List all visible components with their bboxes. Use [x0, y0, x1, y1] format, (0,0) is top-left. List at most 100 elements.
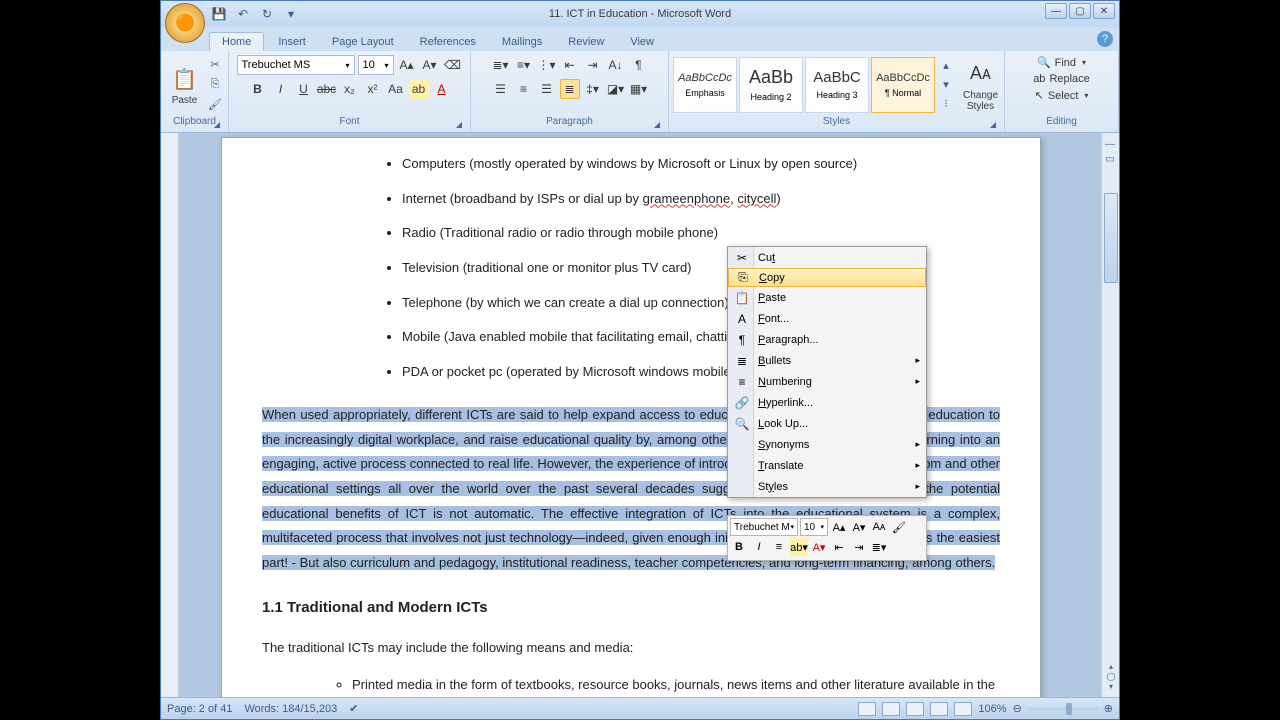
- style-heading3[interactable]: AaBbCHeading 3: [805, 57, 869, 113]
- list-item[interactable]: Printed media in the form of textbooks, …: [352, 673, 1000, 697]
- context-synonyms[interactable]: Synonyms▸: [728, 434, 926, 455]
- context-hyperlink[interactable]: 🔗Hyperlink...: [728, 392, 926, 413]
- style-emphasis[interactable]: AaBbCcDcEmphasis: [673, 57, 737, 113]
- strike-button[interactable]: abc: [317, 79, 337, 99]
- view-draft-icon[interactable]: [954, 702, 972, 716]
- font-color-button[interactable]: A: [432, 79, 452, 99]
- proofing-icon[interactable]: ✔: [349, 702, 358, 715]
- gallery-up-icon[interactable]: ▴: [937, 57, 955, 75]
- list-item[interactable]: Internet (broadband by ISPs or dial up b…: [402, 187, 1000, 212]
- align-left-button[interactable]: ☰: [491, 79, 511, 99]
- context-look-up[interactable]: 🔍Look Up...: [728, 413, 926, 434]
- undo-icon[interactable]: ↶: [235, 6, 251, 22]
- list-item[interactable]: Radio (Traditional radio or radio throug…: [402, 221, 1000, 246]
- mini-styles-icon[interactable]: Aᴀ: [870, 518, 888, 536]
- clipboard-dialog-icon[interactable]: ◢: [212, 120, 222, 130]
- zoom-out-button[interactable]: ⊖: [1013, 702, 1022, 715]
- paragraph-dialog-icon[interactable]: ◢: [652, 120, 662, 130]
- context-numbering[interactable]: ≡Numbering▸: [728, 371, 926, 392]
- multilevel-button[interactable]: ⋮▾: [537, 55, 557, 75]
- mini-highlight-button[interactable]: ab▾: [790, 538, 808, 556]
- change-case-button[interactable]: Aa: [386, 79, 406, 99]
- split-icon[interactable]: —: [1105, 139, 1115, 150]
- close-button[interactable]: ✕: [1093, 3, 1115, 19]
- help-icon[interactable]: ?: [1097, 31, 1113, 47]
- office-button[interactable]: 🟠: [165, 3, 205, 43]
- mini-bullets-button[interactable]: ≣▾: [870, 538, 888, 556]
- view-outline-icon[interactable]: [930, 702, 948, 716]
- context-translate[interactable]: Translate▸: [728, 455, 926, 476]
- context-font[interactable]: AFont...: [728, 308, 926, 329]
- tab-page-layout[interactable]: Page Layout: [320, 33, 406, 51]
- find-button[interactable]: 🔍Find▾: [1033, 55, 1090, 70]
- italic-button[interactable]: I: [271, 79, 291, 99]
- style-gallery[interactable]: AaBbCcDcEmphasis AaBbHeading 2 AaBbCHead…: [673, 57, 955, 113]
- intro-text[interactable]: The traditional ICTs may include the fol…: [262, 636, 1000, 661]
- browse-object-icon[interactable]: ▴◯▾: [1104, 661, 1118, 691]
- context-cut[interactable]: ✂Cut: [728, 247, 926, 268]
- vertical-scrollbar[interactable]: — ▭ ▴◯▾: [1101, 133, 1119, 697]
- font-size-combo[interactable]: 10▾: [358, 55, 394, 75]
- font-name-combo[interactable]: Trebuchet MS▾: [237, 55, 355, 75]
- mini-bold-button[interactable]: B: [730, 538, 748, 556]
- mini-size-combo[interactable]: 10▾: [800, 518, 828, 536]
- mini-grow-icon[interactable]: A▴: [830, 518, 848, 536]
- mini-center-button[interactable]: ≡: [770, 538, 788, 556]
- tab-home[interactable]: Home: [209, 32, 264, 51]
- align-right-button[interactable]: ☰: [537, 79, 557, 99]
- shading-button[interactable]: ◪▾: [606, 79, 626, 99]
- ruler-toggle-icon[interactable]: ▭: [1105, 154, 1114, 165]
- zoom-slider[interactable]: [1028, 707, 1098, 711]
- vertical-ruler[interactable]: [161, 133, 179, 697]
- align-center-button[interactable]: ≡: [514, 79, 534, 99]
- decrease-indent-button[interactable]: ⇤: [560, 55, 580, 75]
- numbering-button[interactable]: ≡▾: [514, 55, 534, 75]
- tab-references[interactable]: References: [408, 33, 488, 51]
- underline-button[interactable]: U: [294, 79, 314, 99]
- qat-more-icon[interactable]: ▾: [283, 6, 299, 22]
- status-page[interactable]: Page: 2 of 41: [167, 703, 232, 715]
- bullets-button[interactable]: ≣▾: [491, 55, 511, 75]
- context-copy[interactable]: ⎘Copy: [728, 268, 926, 287]
- superscript-button[interactable]: x²: [363, 79, 383, 99]
- context-paragraph[interactable]: ¶Paragraph...: [728, 329, 926, 350]
- scroll-thumb[interactable]: [1104, 193, 1118, 283]
- sort-button[interactable]: A↓: [606, 55, 626, 75]
- view-print-icon[interactable]: [858, 702, 876, 716]
- subscript-button[interactable]: x₂: [340, 79, 360, 99]
- zoom-in-button[interactable]: ⊕: [1104, 702, 1113, 715]
- change-styles-button[interactable]: Aᴀ Change Styles: [961, 58, 1000, 112]
- list-item[interactable]: Computers (mostly operated by windows by…: [402, 152, 1000, 177]
- context-paste[interactable]: 📋Paste: [728, 287, 926, 308]
- grow-font-icon[interactable]: A▴: [397, 55, 417, 75]
- mini-dec-indent-button[interactable]: ⇤: [830, 538, 848, 556]
- redo-icon[interactable]: ↻: [259, 6, 275, 22]
- mini-color-button[interactable]: A▾: [810, 538, 828, 556]
- tab-mailings[interactable]: Mailings: [490, 33, 554, 51]
- font-dialog-icon[interactable]: ◢: [454, 120, 464, 130]
- zoom-level[interactable]: 106%: [978, 703, 1006, 715]
- mini-italic-button[interactable]: I: [750, 538, 768, 556]
- styles-dialog-icon[interactable]: ◢: [988, 120, 998, 130]
- tab-view[interactable]: View: [618, 33, 666, 51]
- line-spacing-button[interactable]: ‡▾: [583, 79, 603, 99]
- heading-1-1[interactable]: 1.1 Traditional and Modern ICTs: [262, 594, 1000, 623]
- replace-button[interactable]: abReplace: [1029, 72, 1094, 86]
- maximize-button[interactable]: ▢: [1069, 3, 1091, 19]
- view-fullscreen-icon[interactable]: [882, 702, 900, 716]
- clear-format-icon[interactable]: ⌫: [443, 55, 463, 75]
- gallery-more-icon[interactable]: ⁝: [937, 95, 955, 113]
- style-heading2[interactable]: AaBbHeading 2: [739, 57, 803, 113]
- mini-font-combo[interactable]: Trebuchet M▾: [730, 518, 798, 536]
- show-marks-button[interactable]: ¶: [629, 55, 649, 75]
- highlight-button[interactable]: ab: [409, 79, 429, 99]
- mini-shrink-icon[interactable]: A▾: [850, 518, 868, 536]
- bold-button[interactable]: B: [248, 79, 268, 99]
- gallery-down-icon[interactable]: ▾: [937, 76, 955, 94]
- save-icon[interactable]: 💾: [211, 6, 227, 22]
- mini-painter-icon[interactable]: 🖌: [890, 518, 908, 536]
- increase-indent-button[interactable]: ⇥: [583, 55, 603, 75]
- copy-icon[interactable]: ⎘: [206, 76, 224, 94]
- context-styles[interactable]: Styles▸: [728, 476, 926, 497]
- paste-button[interactable]: 📋 Paste: [165, 63, 204, 106]
